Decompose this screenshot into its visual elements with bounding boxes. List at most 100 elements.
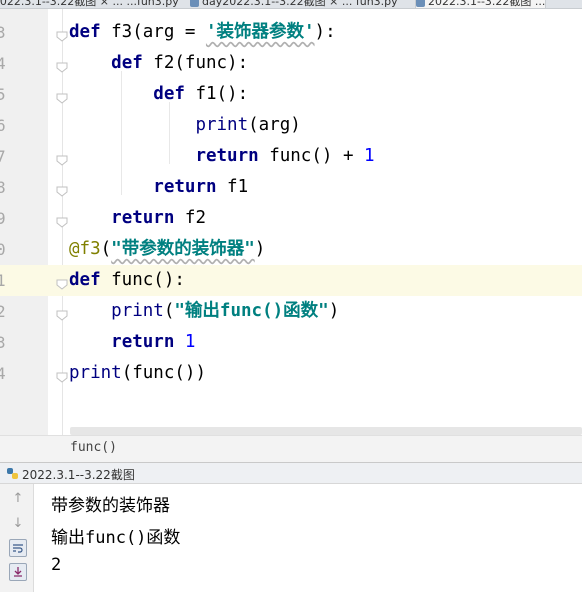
- token-kw: def: [69, 22, 101, 42]
- token-fn: func() +: [258, 146, 365, 166]
- code-line[interactable]: 8 return f1: [0, 172, 582, 203]
- code-editor[interactable]: 3 def f3(arg = '装饰器参数'): 4 def f2(func): 5 …: [0, 9, 582, 435]
- token-builtin: print: [69, 363, 122, 383]
- token-deco: @f3: [69, 239, 101, 259]
- editor-tab-2[interactable]: day2022.3.1--3.22截图 × ... fun3.py: [190, 0, 398, 8]
- breadcrumb-bar: func(): [0, 427, 582, 462]
- python-file-icon: [416, 0, 425, 7]
- fold-marker-icon[interactable]: [56, 89, 68, 104]
- fold-marker-icon[interactable]: [56, 27, 68, 42]
- token-builtin: print: [195, 115, 249, 135]
- code-line[interactable]: 3 def f3(arg = '装饰器参数'):: [0, 17, 582, 48]
- code-text: print(func()): [69, 358, 206, 389]
- run-toolbar: ↑ ↓: [0, 484, 34, 592]
- token-kw: def: [153, 84, 185, 104]
- fold-marker-icon[interactable]: [56, 182, 68, 197]
- code-text: return 1: [69, 327, 195, 358]
- line-number: 0: [0, 240, 6, 259]
- code-line[interactable]: 7 return func() + 1: [0, 141, 582, 172]
- line-number: 6: [0, 116, 6, 135]
- soft-wrap-icon[interactable]: [9, 539, 27, 557]
- token-kw: return: [153, 177, 217, 197]
- line-number: 7: [0, 147, 6, 166]
- token-num: 1: [184, 332, 196, 352]
- token-fn: func():: [100, 270, 185, 290]
- code-text: def func():: [69, 265, 185, 296]
- code-text: def f2(func):: [69, 48, 248, 79]
- code-text: print("输出func()函数"): [69, 296, 339, 327]
- token-fn: ):: [314, 22, 336, 42]
- run-config-title[interactable]: 2022.3.1--3.22截图: [22, 466, 135, 483]
- token-fn: f2: [174, 208, 206, 228]
- token-kw: return: [111, 332, 175, 352]
- line-number: 2: [0, 302, 6, 321]
- editor-tab-3[interactable]: 2022.3.1--3.22截图 ...: [415, 0, 547, 8]
- code-line[interactable]: 4 def f2(func):: [0, 48, 582, 79]
- token-kw: def: [69, 270, 101, 290]
- fold-marker-icon[interactable]: [56, 58, 68, 73]
- line-number: 4: [0, 364, 6, 383]
- code-line[interactable]: 3 return 1: [0, 327, 582, 358]
- code-line[interactable]: 5 def f1():: [0, 79, 582, 110]
- code-line[interactable]: 6 print(arg): [0, 110, 582, 141]
- token-fn: f3(arg =: [100, 22, 206, 42]
- code-line[interactable]: 0 @f3("带参数的装饰器"): [0, 234, 582, 265]
- code-text: return f2: [69, 203, 206, 234]
- up-arrow-icon[interactable]: ↑: [9, 489, 27, 507]
- token-fn: (: [163, 301, 175, 321]
- line-number: 9: [0, 209, 6, 228]
- editor-tab-1[interactable]: ail2022.3.1--3.22截图 × ... ...fun3.py: [0, 0, 179, 8]
- code-line[interactable]: 2 print("输出func()函数"): [0, 296, 582, 327]
- code-text: return func() + 1: [69, 141, 375, 172]
- python-icon: [7, 468, 18, 479]
- token-kw: return: [195, 146, 259, 166]
- fold-marker-icon[interactable]: [56, 213, 68, 228]
- wrap-lines-icon: [13, 544, 23, 553]
- code-text: return f1: [69, 172, 248, 203]
- editor-tab-strip: ail2022.3.1--3.22截图 × ... ...fun3.py day…: [0, 0, 582, 9]
- scroll-to-end-icon[interactable]: [9, 563, 27, 581]
- token-fn: ): [328, 301, 340, 321]
- token-num: 1: [364, 146, 375, 166]
- scroll-end-icon: [14, 567, 22, 577]
- token-fn: ): [254, 239, 266, 259]
- line-number: 5: [0, 85, 6, 104]
- line-number: 8: [0, 178, 6, 197]
- run-panel-header: 2022.3.1--3.22截图: [0, 462, 582, 484]
- console-line: 带参数的装饰器: [51, 496, 170, 516]
- line-number: 3: [0, 333, 6, 352]
- console-line: 输出func()函数: [51, 528, 181, 548]
- line-number: 3: [0, 23, 6, 42]
- token-kw: def: [111, 53, 143, 73]
- token-str: "带参数的装饰器": [111, 239, 255, 259]
- run-console-output[interactable]: 带参数的装饰器 输出func()函数 2: [34, 484, 582, 592]
- code-line[interactable]: 1 def func():: [0, 265, 582, 296]
- token-fn: f2(func):: [142, 53, 249, 73]
- line-number: 4: [0, 54, 6, 73]
- code-line[interactable]: 9 return f2: [0, 203, 582, 234]
- python-file-icon: [190, 0, 199, 7]
- token-fn: (func()): [121, 363, 206, 383]
- fold-marker-icon[interactable]: [56, 368, 68, 383]
- token-str: '装饰器参数': [205, 22, 315, 42]
- horizontal-scrollbar[interactable]: [70, 427, 582, 435]
- fold-marker-icon[interactable]: [56, 306, 68, 321]
- console-line: 2: [51, 555, 62, 575]
- fold-marker-icon[interactable]: [56, 151, 68, 166]
- token-fn: (: [100, 239, 112, 259]
- token-kw: return: [111, 208, 175, 228]
- down-arrow-icon[interactable]: ↓: [9, 514, 27, 532]
- breadcrumb[interactable]: func(): [70, 440, 117, 455]
- fold-marker-icon[interactable]: [56, 275, 68, 290]
- token-fn: [174, 332, 185, 352]
- token-fn: f1: [216, 177, 249, 197]
- code-line[interactable]: 4 print(func()): [0, 358, 582, 389]
